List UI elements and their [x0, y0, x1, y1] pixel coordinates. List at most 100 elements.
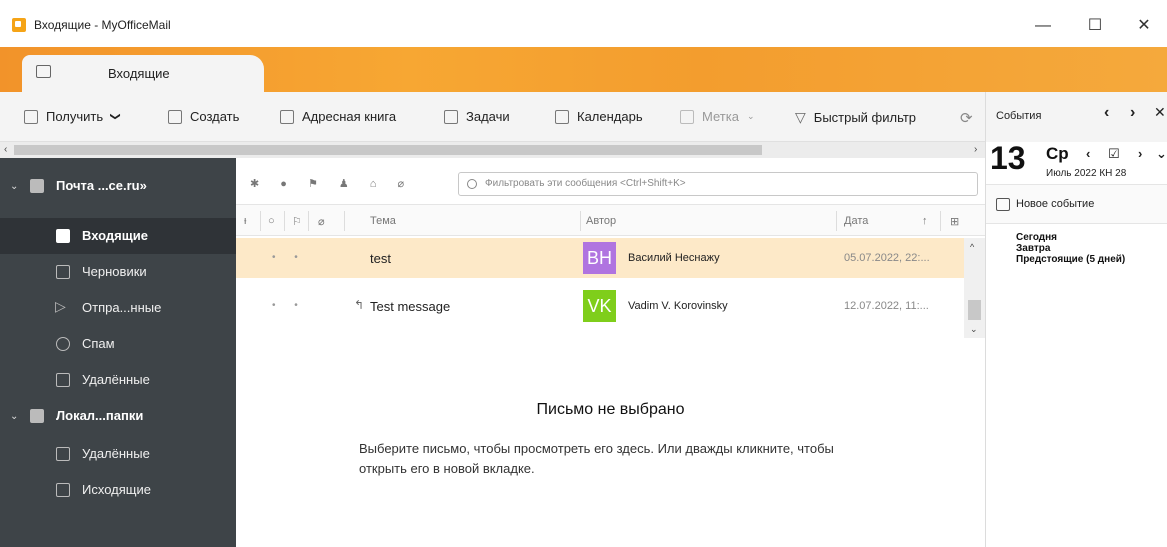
flag-column-icon[interactable]: ⚐: [292, 215, 302, 228]
sort-arrow-icon[interactable]: ↑: [922, 215, 928, 227]
tab-inbox[interactable]: Входящие: [22, 55, 264, 92]
folder-drafts[interactable]: Черновики: [0, 254, 236, 290]
tasks-button[interactable]: Задачи: [444, 109, 510, 124]
create-button[interactable]: Создать: [168, 109, 239, 124]
folder-local-trash[interactable]: Удалённые: [0, 436, 236, 472]
new-event-button[interactable]: Новое событие: [986, 184, 1167, 224]
quick-filter-icons[interactable]: ✱ ● ⚑ ♟ ⌂ ⌀: [250, 177, 413, 190]
quick-filter-bar: ✱ ● ⚑ ♟ ⌂ ⌀ Фильтровать эти сообщения <C…: [236, 168, 985, 200]
empty-preview-title: Письмо не выбрано: [536, 401, 685, 418]
chevron-down-icon[interactable]: ⌄: [1156, 146, 1167, 162]
compose-icon: [168, 109, 182, 124]
close-icon[interactable]: ✕: [1154, 104, 1166, 121]
refresh-icon: ⟳: [960, 110, 973, 127]
quick-filter-label: Быстрый фильтр: [813, 110, 917, 125]
events-header: События ‹ › ✕: [986, 92, 1167, 142]
thread-column-icon[interactable]: ᵻ: [244, 215, 246, 227]
scrollbar-thumb[interactable]: [968, 300, 981, 320]
avatar: VK: [583, 290, 616, 322]
sync-button[interactable]: ⟳: [960, 109, 973, 127]
calendar-button[interactable]: Календарь: [555, 109, 643, 124]
chevron-down-icon[interactable]: ⌄: [10, 411, 18, 422]
scroll-left-icon[interactable]: ‹: [4, 142, 7, 158]
message-list-scrollbar[interactable]: ^ ⌄: [964, 238, 985, 338]
author-column-header[interactable]: Автор: [586, 215, 616, 227]
close-button[interactable]: ✕: [1121, 10, 1167, 42]
message-filter-input[interactable]: Фильтровать эти сообщения <Ctrl+Shift+K>: [458, 172, 978, 196]
next-day-icon[interactable]: ›: [1138, 146, 1142, 161]
next-icon[interactable]: ›: [1130, 104, 1135, 122]
events-group-today[interactable]: Сегодня: [1016, 232, 1125, 243]
sent-icon: ▷: [55, 298, 66, 314]
date-month-week: Июль 2022 КН 28: [1046, 168, 1126, 179]
row-status-icons[interactable]: • •: [272, 252, 306, 263]
prev-icon[interactable]: ‹: [1104, 104, 1109, 122]
scrollbar-thumb[interactable]: [14, 145, 762, 155]
outbox-icon: [56, 483, 70, 497]
reply-icon: ↰: [354, 298, 365, 312]
computer-icon: [30, 409, 44, 423]
events-group-tomorrow[interactable]: Завтра: [1016, 243, 1125, 254]
inbox-icon: [56, 229, 70, 243]
message-author: Василий Неснажу: [628, 252, 720, 264]
drafts-icon: [56, 265, 70, 279]
tag-icon: [680, 109, 694, 124]
chevron-down-icon: ⌄: [746, 111, 755, 121]
events-group-upcoming[interactable]: Предстоящие (5 дней): [1016, 254, 1125, 265]
account-mail[interactable]: ⌄ Почта ...ce.ru»: [0, 168, 236, 204]
folder-outbox[interactable]: Исходящие: [0, 472, 236, 508]
spam-icon: [56, 337, 70, 351]
scroll-down-icon[interactable]: ⌄: [970, 324, 978, 335]
folder-trash[interactable]: Удалённые: [0, 362, 236, 398]
date-month-year: Июль 2022: [1046, 168, 1097, 179]
address-book-label: Адресная книга: [302, 109, 397, 124]
attachment-column-icon[interactable]: ⌀: [318, 215, 325, 228]
address-book-button[interactable]: Адресная книга: [280, 109, 396, 124]
folder-spam[interactable]: Спам: [0, 326, 236, 362]
calendar-add-icon: [996, 198, 1010, 211]
main-toolbar: Получить ❯ Создать Адресная книга Задачи…: [0, 92, 985, 142]
column-separator: [284, 211, 285, 231]
row-status-icons[interactable]: • •: [272, 300, 306, 311]
column-picker-icon[interactable]: ⊞: [950, 215, 959, 228]
message-subject: Test message: [370, 299, 451, 314]
folder-label: Спам: [82, 336, 115, 351]
date-day: 13: [990, 140, 1026, 176]
subject-column-header[interactable]: Тема: [370, 215, 396, 227]
tag-button[interactable]: Метка ⌄: [680, 109, 754, 124]
prev-day-icon[interactable]: ‹: [1086, 146, 1090, 161]
empty-preview-text: Выберите письмо, чтобы просмотреть его з…: [359, 441, 834, 476]
trash-icon: [56, 373, 70, 387]
events-groups: Сегодня Завтра Предстоящие (5 дней): [1016, 232, 1125, 265]
date-column-header[interactable]: Дата: [844, 215, 868, 227]
folder-label: Удалённые: [82, 446, 150, 461]
filter-placeholder: Фильтровать эти сообщения <Ctrl+Shift+K>: [485, 178, 686, 189]
read-column-icon[interactable]: ○: [268, 215, 275, 227]
inbox-icon: [36, 65, 51, 78]
account-local[interactable]: ⌄ Локал...папки: [0, 398, 236, 434]
folder-label: Входящие: [82, 228, 148, 243]
quick-filter-button[interactable]: ▽ Быстрый фильтр: [795, 109, 916, 126]
scroll-right-icon[interactable]: ›: [974, 142, 977, 158]
new-event-label: Новое событие: [1016, 198, 1095, 210]
folder-label: Отпра...нные: [82, 300, 162, 315]
download-icon: [24, 109, 38, 124]
message-row[interactable]: • • ↰ Test message VK Vadim V. Korovinsk…: [236, 286, 964, 326]
scroll-up-icon[interactable]: ^: [970, 242, 974, 252]
receive-button[interactable]: Получить ❯: [24, 109, 121, 124]
folder-label: Удалённые: [82, 372, 150, 387]
chevron-down-icon[interactable]: ❯: [110, 112, 121, 120]
column-separator: [836, 211, 837, 231]
tab-bar: Входящие: [0, 47, 1167, 92]
tag-label: Метка: [702, 109, 739, 124]
toolbar-scrollbar[interactable]: ‹ ›: [0, 142, 985, 158]
message-row[interactable]: • • test ВН Василий Неснажу 05.07.2022, …: [236, 238, 964, 278]
folder-sent[interactable]: ▷ Отпра...нные: [0, 290, 236, 326]
trash-icon: [56, 447, 70, 461]
folder-inbox[interactable]: Входящие: [0, 218, 236, 254]
maximize-button[interactable]: ☐: [1072, 10, 1118, 42]
minimize-button[interactable]: —: [1020, 10, 1066, 42]
avatar: ВН: [583, 242, 616, 274]
today-icon[interactable]: ☑: [1108, 146, 1120, 162]
chevron-down-icon[interactable]: ⌄: [10, 181, 18, 192]
